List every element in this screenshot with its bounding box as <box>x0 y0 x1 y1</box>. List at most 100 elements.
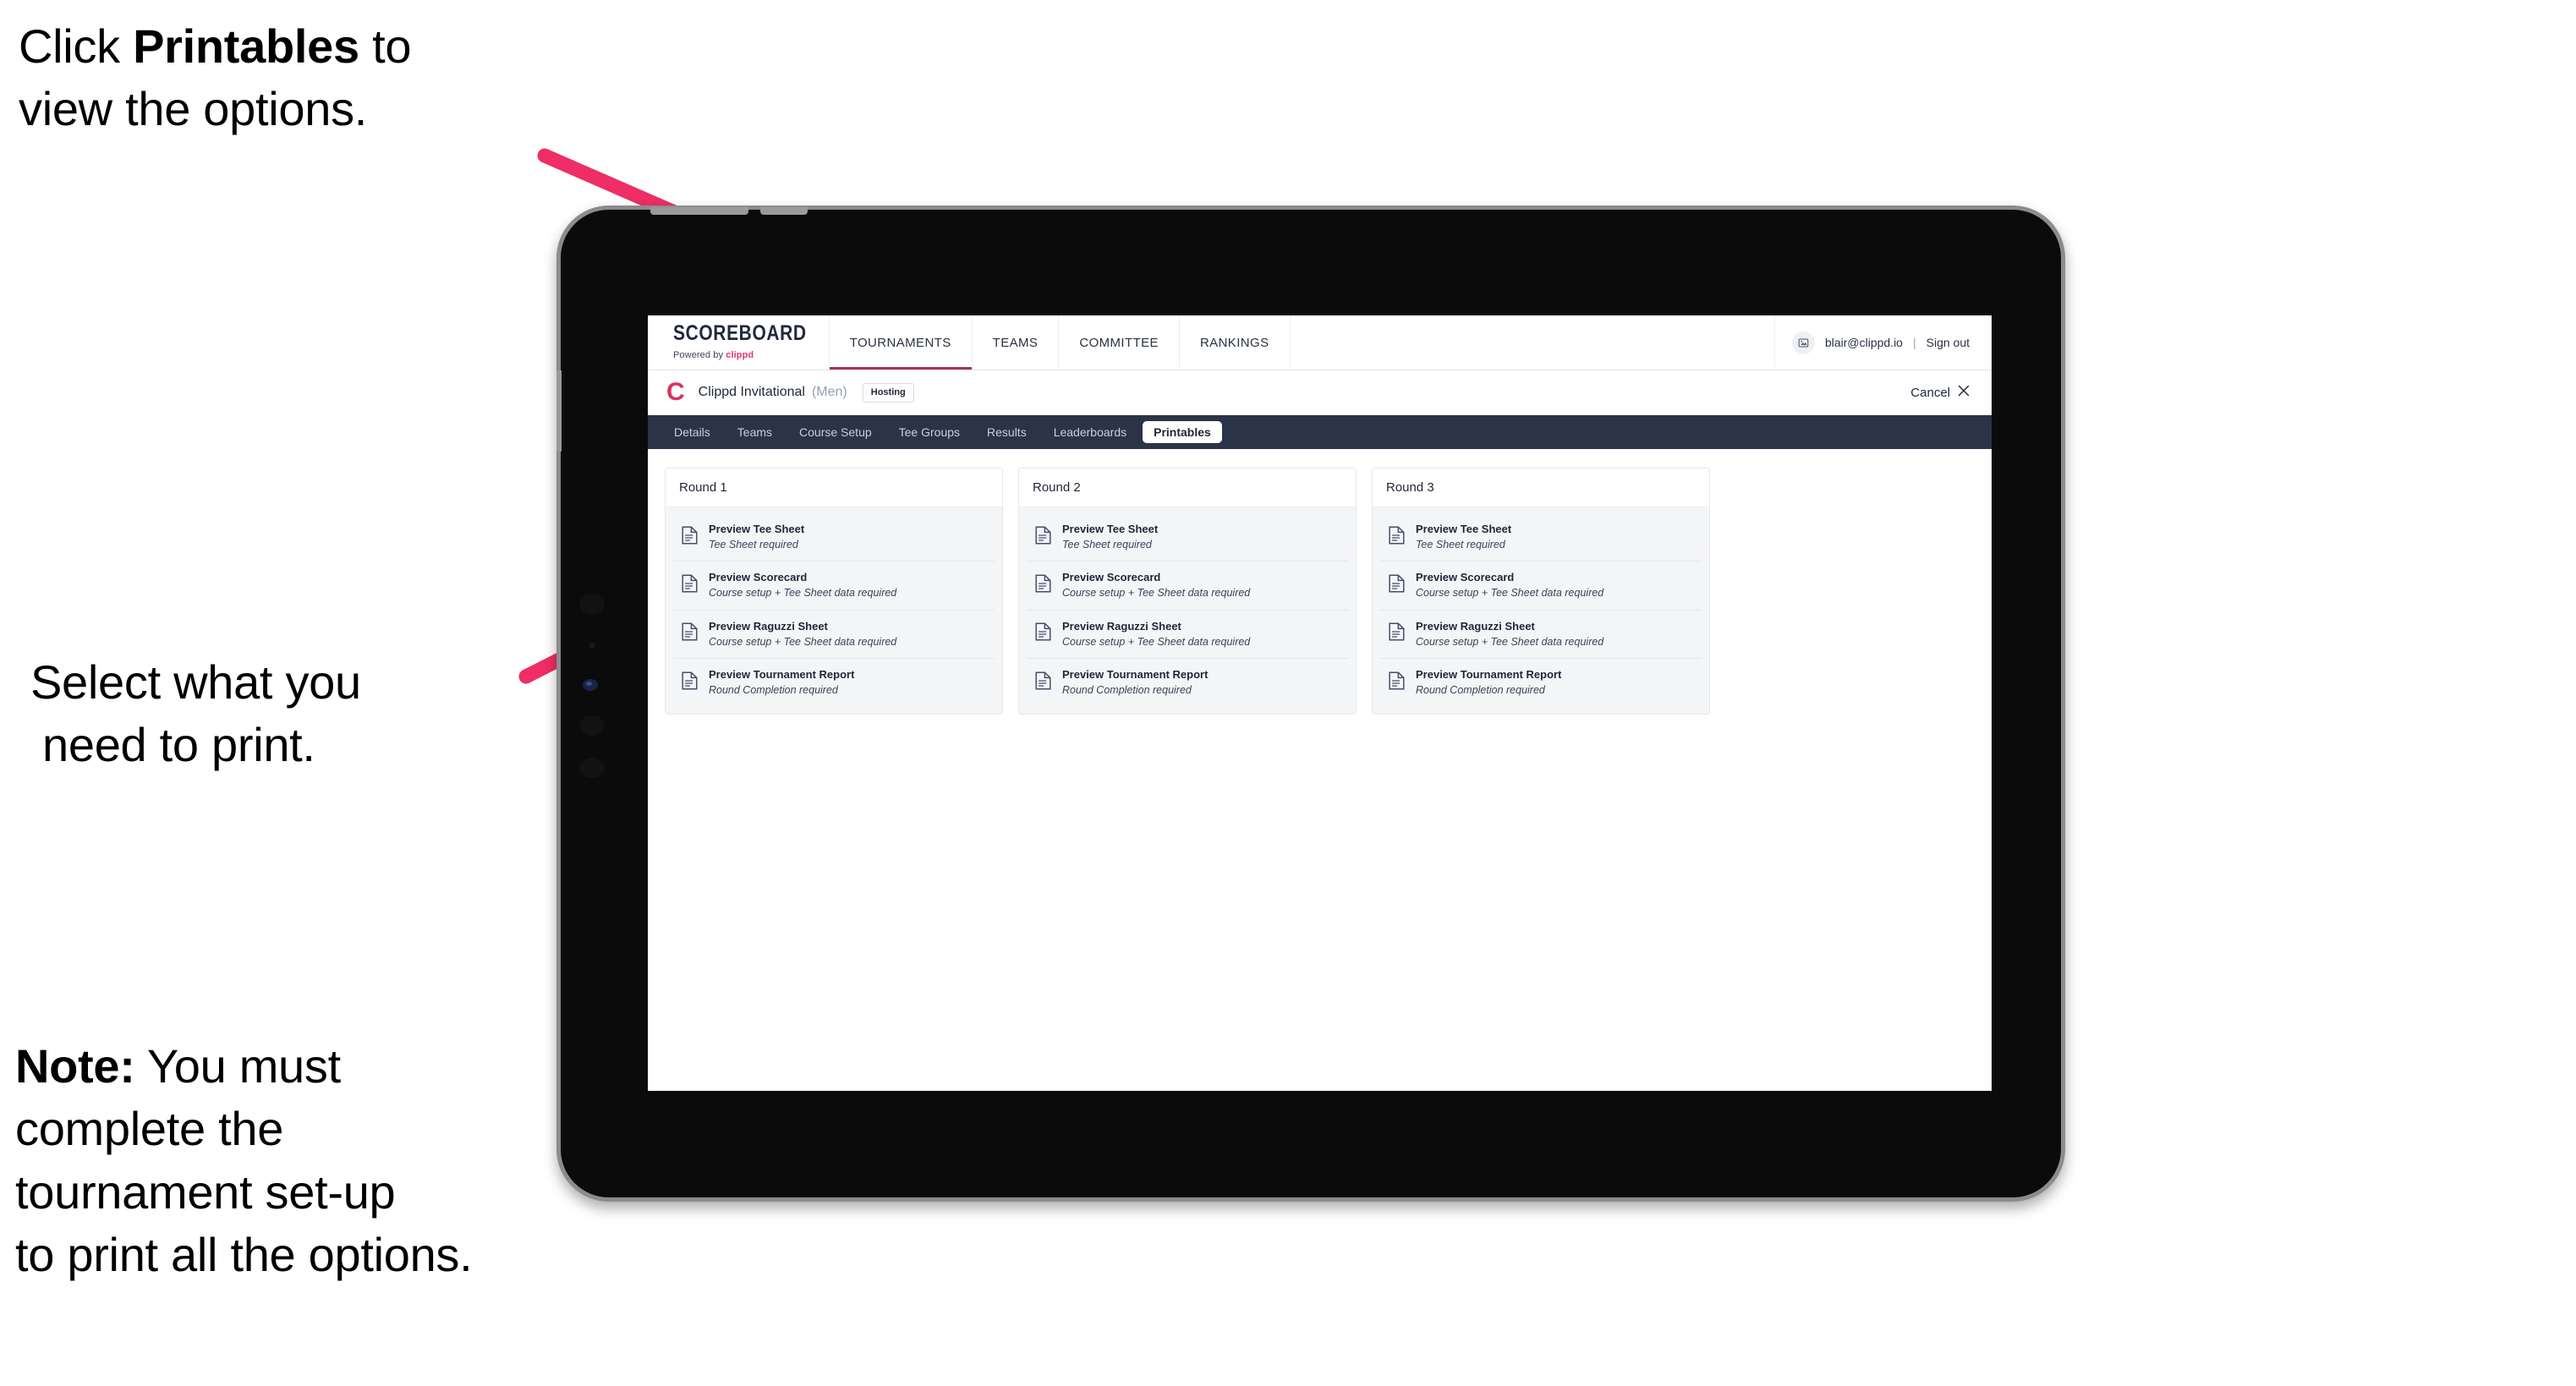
user-email: blair@clippd.io <box>1824 336 1903 349</box>
tablet-speaker-dot-2 <box>579 715 605 736</box>
section-tab-bar: Details Teams Course Setup Tee Groups Re… <box>648 415 1992 449</box>
round-item-list: Preview Tee Sheet Tee Sheet required Pre… <box>1019 507 1356 715</box>
tablet-power-button[interactable] <box>760 207 808 215</box>
tablet-speaker-dot <box>579 594 605 615</box>
nav-item-label: COMMITTEE <box>1079 335 1159 350</box>
printable-item-text: Preview Raguzzi Sheet Course setup + Tee… <box>709 619 897 648</box>
close-icon <box>1958 385 1970 400</box>
tournament-gender: (Men) <box>811 385 847 399</box>
tablet-device: SCOREBOARD Powered by clippd TOURNAMENTS… <box>556 205 2065 1202</box>
printable-item-scorecard[interactable]: Preview Scorecard Course setup + Tee She… <box>1380 562 1702 611</box>
brand-powered-prefix: Powered by <box>673 350 726 360</box>
printable-item-requirement: Round Completion required <box>1416 683 1545 696</box>
brand-logo[interactable]: SCOREBOARD Powered by clippd <box>648 315 830 370</box>
round-column: Round 3 Preview Tee Sheet Tee Sheet requ… <box>1372 468 1710 715</box>
nav-item-rankings[interactable]: RANKINGS <box>1180 315 1291 370</box>
top-bar-spacer <box>1291 315 1775 370</box>
nav-item-tournaments[interactable]: TOURNAMENTS <box>829 315 973 370</box>
printable-item-text: Preview Scorecard Course setup + Tee She… <box>1416 571 1604 600</box>
tablet-sensor-dot <box>589 643 595 649</box>
nav-item-label: RANKINGS <box>1199 335 1269 350</box>
status-badge: Hosting <box>862 382 914 403</box>
printable-item-text: Preview Tee Sheet Tee Sheet required <box>709 523 804 551</box>
printable-item-requirement: Tee Sheet required <box>1062 538 1152 551</box>
cancel-button[interactable]: Cancel <box>1910 385 1970 400</box>
printable-item-text: Preview Raguzzi Sheet Course setup + Tee… <box>1416 619 1603 648</box>
nav-item-committee[interactable]: COMMITTEE <box>1059 315 1180 370</box>
printable-item-raguzzi-sheet[interactable]: Preview Raguzzi Sheet Course setup + Tee… <box>673 610 995 659</box>
document-icon <box>1035 622 1051 645</box>
printable-item-text: Preview Tournament Report Round Completi… <box>1416 668 1561 696</box>
round-title: Round 2 <box>1019 468 1356 507</box>
printable-item-title: Preview Scorecard <box>1416 571 1515 584</box>
printable-item-tee-sheet[interactable]: Preview Tee Sheet Tee Sheet required <box>1380 513 1702 562</box>
printable-item-tee-sheet[interactable]: Preview Tee Sheet Tee Sheet required <box>1027 513 1348 562</box>
tab-course-setup[interactable]: Course Setup <box>788 421 883 443</box>
printable-item-text: Preview Tee Sheet Tee Sheet required <box>1416 523 1511 551</box>
annotation-note-label: Note: <box>15 1039 135 1093</box>
round-title: Round 3 <box>1373 468 1709 507</box>
nav-item-label: TEAMS <box>992 335 1039 350</box>
tab-label: Printables <box>1154 425 1211 439</box>
tab-teams[interactable]: Teams <box>726 421 783 443</box>
user-separator: | <box>1912 336 1916 349</box>
annotation-select-line2: need to print. <box>42 718 315 772</box>
nav-item-label: TOURNAMENTS <box>849 335 951 350</box>
printable-item-requirement: Course setup + Tee Sheet data required <box>1416 587 1604 600</box>
printable-item-title: Preview Tournament Report <box>1062 667 1209 681</box>
printable-item-title: Preview Tee Sheet <box>1416 523 1512 535</box>
round-column: Round 1 Preview Tee Sheet Tee Sheet requ… <box>665 468 1003 715</box>
tab-tee-groups[interactable]: Tee Groups <box>888 421 971 443</box>
tab-label: Course Setup <box>799 425 872 439</box>
document-icon <box>1035 526 1051 549</box>
printable-item-tournament-report[interactable]: Preview Tournament Report Round Completi… <box>1380 658 1702 707</box>
printable-item-tournament-report[interactable]: Preview Tournament Report Round Completi… <box>673 658 995 707</box>
tab-details[interactable]: Details <box>663 421 721 443</box>
printables-content: Round 1 Preview Tee Sheet Tee Sheet requ… <box>648 449 1992 734</box>
annotation-click-prefix: Click <box>19 19 134 73</box>
printable-item-scorecard[interactable]: Preview Scorecard Course setup + Tee She… <box>1027 562 1348 611</box>
tab-results[interactable]: Results <box>976 421 1038 443</box>
user-menu: blair@clippd.io | Sign out <box>1775 315 1992 370</box>
tab-printables[interactable]: Printables <box>1143 421 1222 443</box>
tab-label: Tee Groups <box>898 425 961 439</box>
document-icon <box>1389 574 1405 597</box>
round-column: Round 2 Preview Tee Sheet Tee Sheet requ… <box>1018 468 1357 715</box>
printable-item-title: Preview Raguzzi Sheet <box>1062 619 1181 633</box>
printable-item-requirement: Round Completion required <box>1062 683 1192 696</box>
round-item-list: Preview Tee Sheet Tee Sheet required Pre… <box>666 507 1002 715</box>
printable-item-scorecard[interactable]: Preview Scorecard Course setup + Tee She… <box>673 562 995 611</box>
document-icon <box>682 526 698 549</box>
printable-item-tee-sheet[interactable]: Preview Tee Sheet Tee Sheet required <box>673 513 995 562</box>
annotation-select-line1: Select what you <box>30 655 361 709</box>
printable-item-title: Preview Raguzzi Sheet <box>1416 619 1535 633</box>
nav-item-teams[interactable]: TEAMS <box>973 315 1060 370</box>
tablet-side-button[interactable] <box>556 370 562 452</box>
printable-item-text: Preview Tee Sheet Tee Sheet required <box>1062 523 1158 551</box>
printable-item-requirement: Round Completion required <box>709 683 838 696</box>
tablet-screen: SCOREBOARD Powered by clippd TOURNAMENTS… <box>648 315 1992 1091</box>
printable-item-raguzzi-sheet[interactable]: Preview Raguzzi Sheet Course setup + Tee… <box>1380 610 1702 659</box>
tournament-header: C Clippd Invitational (Men) Hosting Canc… <box>648 370 1992 415</box>
app-top-bar: SCOREBOARD Powered by clippd TOURNAMENTS… <box>648 315 1992 370</box>
document-icon <box>1389 671 1405 694</box>
printable-item-tournament-report[interactable]: Preview Tournament Report Round Completi… <box>1027 658 1348 707</box>
brand-powered-name: clippd <box>726 350 754 360</box>
printable-item-title: Preview Raguzzi Sheet <box>709 619 828 633</box>
primary-nav: TOURNAMENTS TEAMS COMMITTEE RANKINGS <box>829 315 1291 370</box>
printable-item-raguzzi-sheet[interactable]: Preview Raguzzi Sheet Course setup + Tee… <box>1027 610 1348 659</box>
printable-item-requirement: Course setup + Tee Sheet data required <box>709 635 897 648</box>
printable-item-title: Preview Tournament Report <box>709 667 855 681</box>
annotation-select-print: Select what you need to print. <box>30 651 572 777</box>
document-icon <box>1389 622 1405 645</box>
document-icon <box>1389 526 1405 549</box>
avatar[interactable] <box>1791 331 1815 354</box>
cancel-label: Cancel <box>1910 385 1950 400</box>
printable-item-requirement: Course setup + Tee Sheet data required <box>1062 587 1251 600</box>
tab-leaderboards[interactable]: Leaderboards <box>1043 421 1137 443</box>
sign-out-link[interactable]: Sign out <box>1927 336 1970 349</box>
camera-icon <box>583 679 598 691</box>
tab-label: Leaderboards <box>1053 425 1127 439</box>
brand-subtitle: Powered by clippd <box>673 350 807 360</box>
tablet-volume-button[interactable] <box>650 207 748 215</box>
